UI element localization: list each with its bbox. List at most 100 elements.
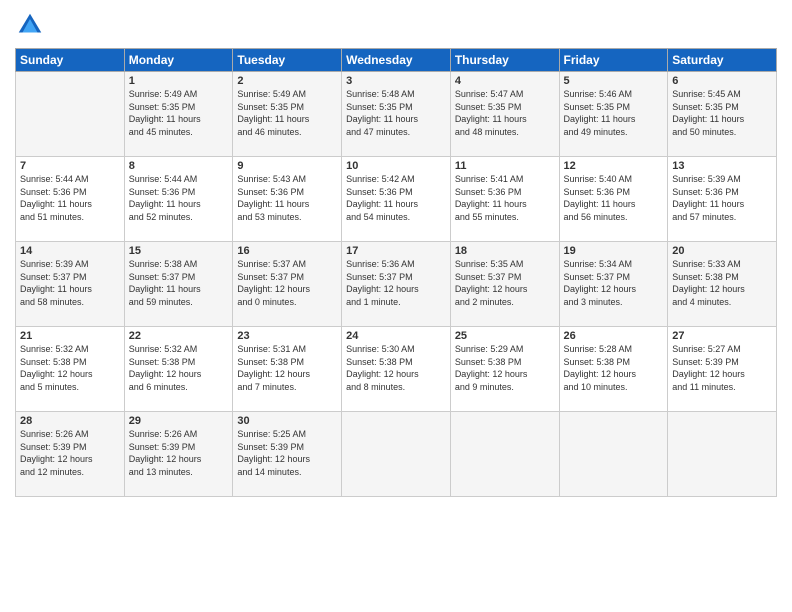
week-row-1: 1Sunrise: 5:49 AM Sunset: 5:35 PM Daylig… [16,72,777,157]
day-cell: 15Sunrise: 5:38 AM Sunset: 5:37 PM Dayli… [124,242,233,327]
day-cell: 10Sunrise: 5:42 AM Sunset: 5:36 PM Dayli… [342,157,451,242]
day-cell: 2Sunrise: 5:49 AM Sunset: 5:35 PM Daylig… [233,72,342,157]
day-number: 27 [672,330,772,342]
week-row-5: 28Sunrise: 5:26 AM Sunset: 5:39 PM Dayli… [16,412,777,497]
day-number: 9 [237,160,337,172]
day-info: Sunrise: 5:25 AM Sunset: 5:39 PM Dayligh… [237,428,337,478]
day-number: 23 [237,330,337,342]
day-cell: 4Sunrise: 5:47 AM Sunset: 5:35 PM Daylig… [450,72,559,157]
calendar-table: SundayMondayTuesdayWednesdayThursdayFrid… [15,48,777,497]
day-info: Sunrise: 5:49 AM Sunset: 5:35 PM Dayligh… [129,88,229,138]
day-info: Sunrise: 5:33 AM Sunset: 5:38 PM Dayligh… [672,258,772,308]
day-info: Sunrise: 5:31 AM Sunset: 5:38 PM Dayligh… [237,343,337,393]
header-row: SundayMondayTuesdayWednesdayThursdayFrid… [16,49,777,72]
day-cell: 30Sunrise: 5:25 AM Sunset: 5:39 PM Dayli… [233,412,342,497]
day-info: Sunrise: 5:38 AM Sunset: 5:37 PM Dayligh… [129,258,229,308]
day-number: 7 [20,160,120,172]
day-info: Sunrise: 5:47 AM Sunset: 5:35 PM Dayligh… [455,88,555,138]
day-info: Sunrise: 5:27 AM Sunset: 5:39 PM Dayligh… [672,343,772,393]
week-row-3: 14Sunrise: 5:39 AM Sunset: 5:37 PM Dayli… [16,242,777,327]
day-cell: 3Sunrise: 5:48 AM Sunset: 5:35 PM Daylig… [342,72,451,157]
day-number: 25 [455,330,555,342]
header-cell-sunday: Sunday [16,49,125,72]
day-number: 20 [672,245,772,257]
day-number: 10 [346,160,446,172]
day-cell: 5Sunrise: 5:46 AM Sunset: 5:35 PM Daylig… [559,72,668,157]
header-cell-saturday: Saturday [668,49,777,72]
day-info: Sunrise: 5:39 AM Sunset: 5:36 PM Dayligh… [672,173,772,223]
day-number: 3 [346,75,446,87]
day-info: Sunrise: 5:30 AM Sunset: 5:38 PM Dayligh… [346,343,446,393]
day-info: Sunrise: 5:44 AM Sunset: 5:36 PM Dayligh… [20,173,120,223]
header-cell-thursday: Thursday [450,49,559,72]
logo-icon [15,10,45,40]
header [15,10,777,40]
day-cell: 28Sunrise: 5:26 AM Sunset: 5:39 PM Dayli… [16,412,125,497]
day-number: 29 [129,415,229,427]
day-cell [342,412,451,497]
day-cell: 23Sunrise: 5:31 AM Sunset: 5:38 PM Dayli… [233,327,342,412]
header-cell-friday: Friday [559,49,668,72]
day-cell: 27Sunrise: 5:27 AM Sunset: 5:39 PM Dayli… [668,327,777,412]
day-cell: 20Sunrise: 5:33 AM Sunset: 5:38 PM Dayli… [668,242,777,327]
day-number: 8 [129,160,229,172]
day-info: Sunrise: 5:39 AM Sunset: 5:37 PM Dayligh… [20,258,120,308]
day-cell: 11Sunrise: 5:41 AM Sunset: 5:36 PM Dayli… [450,157,559,242]
day-cell: 19Sunrise: 5:34 AM Sunset: 5:37 PM Dayli… [559,242,668,327]
day-cell: 12Sunrise: 5:40 AM Sunset: 5:36 PM Dayli… [559,157,668,242]
day-number: 24 [346,330,446,342]
day-cell: 9Sunrise: 5:43 AM Sunset: 5:36 PM Daylig… [233,157,342,242]
day-cell: 14Sunrise: 5:39 AM Sunset: 5:37 PM Dayli… [16,242,125,327]
day-number: 11 [455,160,555,172]
header-cell-monday: Monday [124,49,233,72]
day-info: Sunrise: 5:46 AM Sunset: 5:35 PM Dayligh… [564,88,664,138]
day-info: Sunrise: 5:26 AM Sunset: 5:39 PM Dayligh… [20,428,120,478]
day-info: Sunrise: 5:48 AM Sunset: 5:35 PM Dayligh… [346,88,446,138]
day-cell: 22Sunrise: 5:32 AM Sunset: 5:38 PM Dayli… [124,327,233,412]
day-number: 2 [237,75,337,87]
day-info: Sunrise: 5:49 AM Sunset: 5:35 PM Dayligh… [237,88,337,138]
day-cell [668,412,777,497]
day-number: 6 [672,75,772,87]
day-cell: 16Sunrise: 5:37 AM Sunset: 5:37 PM Dayli… [233,242,342,327]
day-cell: 17Sunrise: 5:36 AM Sunset: 5:37 PM Dayli… [342,242,451,327]
day-number: 17 [346,245,446,257]
day-number: 12 [564,160,664,172]
day-cell [16,72,125,157]
day-cell: 6Sunrise: 5:45 AM Sunset: 5:35 PM Daylig… [668,72,777,157]
week-row-2: 7Sunrise: 5:44 AM Sunset: 5:36 PM Daylig… [16,157,777,242]
day-cell: 25Sunrise: 5:29 AM Sunset: 5:38 PM Dayli… [450,327,559,412]
day-number: 26 [564,330,664,342]
day-info: Sunrise: 5:32 AM Sunset: 5:38 PM Dayligh… [20,343,120,393]
day-info: Sunrise: 5:45 AM Sunset: 5:35 PM Dayligh… [672,88,772,138]
day-info: Sunrise: 5:28 AM Sunset: 5:38 PM Dayligh… [564,343,664,393]
day-cell: 18Sunrise: 5:35 AM Sunset: 5:37 PM Dayli… [450,242,559,327]
day-info: Sunrise: 5:34 AM Sunset: 5:37 PM Dayligh… [564,258,664,308]
day-cell: 29Sunrise: 5:26 AM Sunset: 5:39 PM Dayli… [124,412,233,497]
day-number: 14 [20,245,120,257]
day-number: 16 [237,245,337,257]
week-row-4: 21Sunrise: 5:32 AM Sunset: 5:38 PM Dayli… [16,327,777,412]
day-cell: 24Sunrise: 5:30 AM Sunset: 5:38 PM Dayli… [342,327,451,412]
day-info: Sunrise: 5:42 AM Sunset: 5:36 PM Dayligh… [346,173,446,223]
day-info: Sunrise: 5:26 AM Sunset: 5:39 PM Dayligh… [129,428,229,478]
day-cell: 26Sunrise: 5:28 AM Sunset: 5:38 PM Dayli… [559,327,668,412]
day-info: Sunrise: 5:40 AM Sunset: 5:36 PM Dayligh… [564,173,664,223]
logo [15,10,49,40]
day-cell [450,412,559,497]
header-cell-tuesday: Tuesday [233,49,342,72]
day-cell: 8Sunrise: 5:44 AM Sunset: 5:36 PM Daylig… [124,157,233,242]
day-cell [559,412,668,497]
day-number: 5 [564,75,664,87]
day-number: 4 [455,75,555,87]
day-number: 18 [455,245,555,257]
day-cell: 7Sunrise: 5:44 AM Sunset: 5:36 PM Daylig… [16,157,125,242]
day-number: 13 [672,160,772,172]
day-number: 19 [564,245,664,257]
day-number: 21 [20,330,120,342]
day-number: 28 [20,415,120,427]
page: SundayMondayTuesdayWednesdayThursdayFrid… [0,0,792,612]
day-info: Sunrise: 5:35 AM Sunset: 5:37 PM Dayligh… [455,258,555,308]
header-cell-wednesday: Wednesday [342,49,451,72]
day-info: Sunrise: 5:43 AM Sunset: 5:36 PM Dayligh… [237,173,337,223]
